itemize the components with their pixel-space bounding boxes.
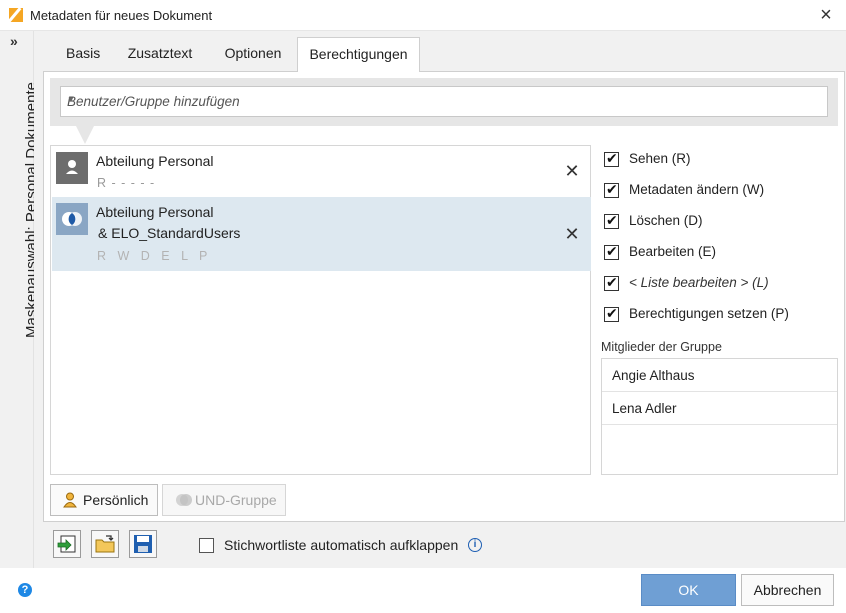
ok-button[interactable]: OK <box>641 574 736 606</box>
cancel-button[interactable]: Abbrechen <box>741 574 834 606</box>
and-group-icon <box>176 494 192 506</box>
user-list: Abteilung Personal R - - - - - ✕ Abteilu… <box>50 145 591 475</box>
checkbox[interactable] <box>604 243 619 260</box>
tab-optionen[interactable]: Optionen <box>222 37 284 71</box>
auto-expand-checkbox[interactable] <box>199 538 214 553</box>
tab-berechtigungen[interactable]: Berechtigungen <box>297 37 420 72</box>
person-icon <box>63 492 77 508</box>
personal-button[interactable]: Persönlich <box>50 484 158 516</box>
personal-button-label: Persönlich <box>83 492 149 508</box>
tab-basis[interactable]: Basis <box>66 37 100 71</box>
list-item[interactable]: Abteilung Personal & ELO_StandardUsers R… <box>52 197 591 271</box>
checkbox[interactable] <box>604 150 619 167</box>
remove-entry-icon[interactable]: ✕ <box>563 161 581 182</box>
entry-name: Abteilung Personal <box>96 153 214 169</box>
callout-pointer <box>76 126 94 144</box>
permission-label: Metadaten ändern (W) <box>629 182 765 197</box>
window-title: Metadaten für neues Dokument <box>30 8 213 23</box>
entry-name-line2: & ELO_StandardUsers <box>98 225 241 241</box>
expand-chevron-icon[interactable]: » <box>10 33 18 49</box>
permission-label: Bearbeiten (E) <box>629 244 717 259</box>
checkbox[interactable] <box>604 274 619 291</box>
permission-label: Sehen (R) <box>629 151 691 166</box>
user-icon <box>56 152 88 184</box>
permission-label: Berechtigungen setzen (P) <box>629 306 789 321</box>
member-name: Lena Adler <box>612 401 677 416</box>
and-group-button[interactable]: UND-Gruppe <box>162 484 286 516</box>
entry-name-line1: Abteilung Personal <box>96 204 214 220</box>
app-logo-icon <box>9 8 23 22</box>
auto-expand-label: Stichwortliste automatisch aufklappen <box>224 537 459 553</box>
member-name: Angie Althaus <box>612 368 695 383</box>
and-group-icon <box>56 203 88 235</box>
remove-entry-icon[interactable]: ✕ <box>563 224 581 245</box>
checkbox[interactable] <box>604 212 619 229</box>
list-item[interactable]: Angie Althaus <box>602 359 837 392</box>
list-item[interactable]: Abteilung Personal R - - - - - ✕ <box>52 146 591 196</box>
close-icon[interactable]: × <box>816 4 836 26</box>
title-bar: Metadaten für neues Dokument × <box>0 0 846 31</box>
list-item[interactable]: Lena Adler <box>602 392 837 425</box>
tab-zusatztext[interactable]: Zusatztext <box>127 37 193 71</box>
info-icon[interactable]: i <box>468 538 482 552</box>
permission-label: Löschen (D) <box>629 213 703 228</box>
members-heading: Mitglieder der Gruppe <box>601 340 722 354</box>
help-icon[interactable]: ? <box>18 583 32 597</box>
entry-rights: R - - - - - <box>97 176 156 190</box>
members-list: Angie Althaus Lena Adler <box>601 358 838 475</box>
checkbox[interactable] <box>604 305 619 322</box>
entry-rights: R W D E L P <box>97 249 212 263</box>
import-icon[interactable] <box>53 530 81 558</box>
save-icon[interactable] <box>129 530 157 558</box>
mask-sidebar[interactable]: » Maskenauswahl: Personal Dokumente <box>0 31 40 568</box>
dropdown-arrow-icon[interactable]: ▼ <box>67 95 823 104</box>
checkbox[interactable] <box>604 181 619 198</box>
and-group-button-label: UND-Gruppe <box>195 492 277 508</box>
open-folder-icon[interactable] <box>91 530 119 558</box>
permission-label: < Liste bearbeiten > (L) <box>629 275 769 290</box>
add-user-combobox[interactable]: Benutzer/Gruppe hinzufügen ▼ <box>60 86 828 117</box>
